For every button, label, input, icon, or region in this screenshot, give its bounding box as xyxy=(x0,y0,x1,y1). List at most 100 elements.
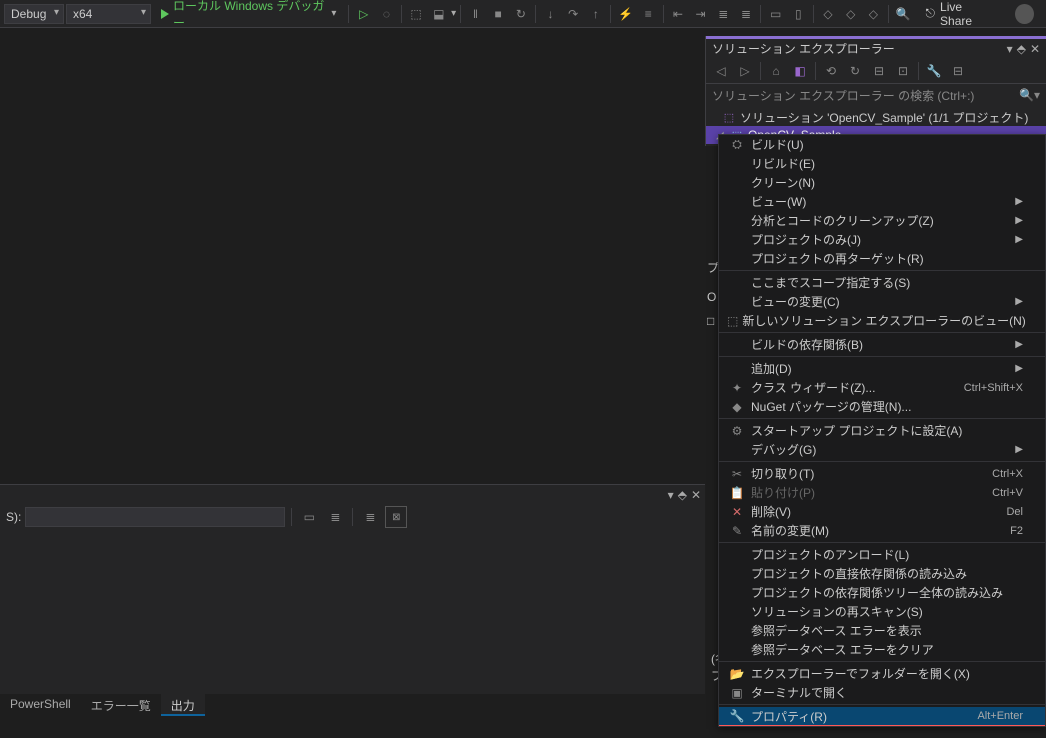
context-menu-item[interactable]: ビューの変更(C)▶ xyxy=(719,292,1045,311)
context-menu-item[interactable]: 参照データベース エラーをクリア xyxy=(719,640,1045,659)
switch-view-icon[interactable]: ◧ xyxy=(789,60,811,82)
context-menu-item[interactable]: 分析とコードのクリーンアップ(Z)▶ xyxy=(719,211,1045,230)
toggle-icon[interactable]: ≣ xyxy=(324,506,346,528)
comment-icon[interactable]: ▭ xyxy=(765,3,786,25)
context-menu-label: 切り取り(T) xyxy=(751,465,992,482)
uncomment-icon[interactable]: ▯ xyxy=(788,3,809,25)
tool-icon[interactable]: ⚡ xyxy=(615,3,636,25)
solution-search-input[interactable]: ソリューション エクスプローラー の検索 (Ctrl+:) 🔍▾ xyxy=(706,84,1046,106)
separator xyxy=(888,5,889,23)
context-menu-item[interactable]: プロジェクトの依存関係ツリー全体の読み込み xyxy=(719,583,1045,602)
tool-icon[interactable]: ≡ xyxy=(638,3,659,25)
context-menu-item[interactable]: ✂切り取り(T)Ctrl+X xyxy=(719,464,1045,483)
context-menu-item[interactable]: ⛭ビルド(U) xyxy=(719,135,1045,154)
tab-output[interactable]: 出力 xyxy=(161,694,205,716)
context-menu-item[interactable]: ✦クラス ウィザード(Z)...Ctrl+Shift+X xyxy=(719,378,1045,397)
properties-icon[interactable]: 🔧 xyxy=(923,60,945,82)
context-menu-item[interactable]: 追加(D)▶ xyxy=(719,359,1045,378)
search-icon[interactable]: 🔍 xyxy=(893,3,914,25)
output-source-dropdown[interactable] xyxy=(25,507,285,527)
context-menu-item[interactable]: 参照データベース エラーを表示 xyxy=(719,621,1045,640)
context-menu-item[interactable]: プロジェクトの再ターゲット(R) xyxy=(719,249,1045,268)
context-menu-item[interactable]: 🔧プロパティ(R)Alt+Enter xyxy=(719,707,1045,726)
restart-icon[interactable]: ↻ xyxy=(511,3,532,25)
showall-icon[interactable]: ⊡ xyxy=(892,60,914,82)
context-menu-item[interactable]: ✕削除(V)Del xyxy=(719,502,1045,521)
close-icon[interactable]: ✕ xyxy=(1030,42,1040,56)
context-menu-label: ターミナルで開く xyxy=(751,684,1023,701)
shortcut-label: Ctrl+V xyxy=(992,487,1023,499)
user-avatar[interactable] xyxy=(1015,4,1034,24)
context-menu-item[interactable]: ◆NuGet パッケージの管理(N)... xyxy=(719,397,1045,416)
clear-icon[interactable]: ▭ xyxy=(298,506,320,528)
target-icon[interactable]: ◌ xyxy=(376,3,397,25)
live-share-button[interactable]: ⎋ Live Share xyxy=(916,0,1004,30)
step-into-icon[interactable]: ↓ xyxy=(540,3,561,25)
context-menu-label: 新しいソリューション エクスプローラーのビュー(N) xyxy=(742,312,1025,329)
bookmark-icon[interactable]: ◇ xyxy=(818,3,839,25)
context-menu-item[interactable]: ここまでスコープ指定する(S) xyxy=(719,273,1045,292)
context-menu-item[interactable]: ソリューションの再スキャン(S) xyxy=(719,602,1045,621)
separator xyxy=(663,5,664,23)
home-icon[interactable]: ⌂ xyxy=(765,60,787,82)
bookmark-icon[interactable]: ◇ xyxy=(863,3,884,25)
sync-icon[interactable]: ⟲ xyxy=(820,60,842,82)
stop-icon[interactable]: ■ xyxy=(488,3,509,25)
forward-icon[interactable]: ▷ xyxy=(734,60,756,82)
tree-solution-node[interactable]: ⬚ ソリューション 'OpenCV_Sample' (1/1 プロジェクト) xyxy=(706,108,1046,126)
context-menu-item[interactable]: リビルド(E) xyxy=(719,154,1045,173)
bookmark-icon[interactable]: ◇ xyxy=(840,3,861,25)
output-source-label: S): xyxy=(6,510,21,524)
pause-icon[interactable]: ‖ xyxy=(465,3,486,25)
config-dropdown[interactable]: Debug xyxy=(4,4,64,24)
list-icon[interactable]: ≣ xyxy=(736,3,757,25)
context-menu-item[interactable]: ビュー(W)▶ xyxy=(719,192,1045,211)
collapse-icon[interactable]: ⊟ xyxy=(868,60,890,82)
context-menu-item[interactable]: ⚙スタートアップ プロジェクトに設定(A) xyxy=(719,421,1045,440)
context-menu-label: ここまでスコープ指定する(S) xyxy=(751,274,1023,291)
dropdown-icon[interactable]: ▾ xyxy=(668,488,674,502)
context-menu-item[interactable]: プロジェクトのアンロード(L) xyxy=(719,545,1045,564)
context-menu-item[interactable]: ✎名前の変更(M)F2 xyxy=(719,521,1045,540)
indent-icon[interactable]: ⇤ xyxy=(668,3,689,25)
step-icon[interactable]: ⬚ xyxy=(406,3,427,25)
step-over-icon[interactable]: ↷ xyxy=(563,3,584,25)
context-menu-label: 参照データベース エラーをクリア xyxy=(751,641,1023,658)
context-menu-label: ソリューションの再スキャン(S) xyxy=(751,603,1023,620)
project-context-menu: ⛭ビルド(U)リビルド(E)クリーン(N)ビュー(W)▶分析とコードのクリーンア… xyxy=(718,134,1046,727)
window-icon[interactable]: ⬓ xyxy=(428,3,449,25)
pin-icon[interactable]: ⬘ xyxy=(1017,42,1026,56)
tab-error-list[interactable]: エラー一覧 xyxy=(81,694,161,716)
close-icon[interactable]: ✕ xyxy=(691,488,701,502)
context-menu-item[interactable]: プロジェクトの直接依存関係の読み込み xyxy=(719,564,1045,583)
build-icon: ⛭ xyxy=(727,137,747,152)
context-menu-item[interactable]: 📂エクスプローラーでフォルダーを開く(X) xyxy=(719,664,1045,683)
pin-icon[interactable]: ⬘ xyxy=(678,488,687,502)
context-menu-label: ビュー(W) xyxy=(751,193,1009,210)
context-menu-item[interactable]: ⬚新しいソリューション エクスプローラーのビュー(N) xyxy=(719,311,1045,330)
dropdown-icon[interactable]: ▾ xyxy=(1007,42,1013,56)
context-menu-item[interactable]: プロジェクトのみ(J)▶ xyxy=(719,230,1045,249)
clear-all-icon[interactable]: ⊠ xyxy=(385,506,407,528)
step-out-icon[interactable]: ↑ xyxy=(586,3,607,25)
chevron-down-icon: ▾ xyxy=(451,8,456,19)
tab-powershell[interactable]: PowerShell xyxy=(0,694,81,716)
context-menu-label: NuGet パッケージの管理(N)... xyxy=(751,398,1023,415)
context-menu-item[interactable]: クリーン(N) xyxy=(719,173,1045,192)
context-menu-label: エクスプローラーでフォルダーを開く(X) xyxy=(751,665,1023,682)
context-menu-item[interactable]: デバッグ(G)▶ xyxy=(719,440,1045,459)
context-menu-item[interactable]: ▣ターミナルで開く xyxy=(719,683,1045,702)
context-menu-label: スタートアップ プロジェクトに設定(A) xyxy=(751,422,1023,439)
back-icon[interactable]: ◁ xyxy=(710,60,732,82)
submenu-arrow-icon: ▶ xyxy=(1015,444,1023,455)
preview-icon[interactable]: ⊟ xyxy=(947,60,969,82)
outdent-icon[interactable]: ⇥ xyxy=(690,3,711,25)
wrap-icon[interactable]: ≣ xyxy=(359,506,381,528)
context-menu-item[interactable]: ビルドの依存関係(B)▶ xyxy=(719,335,1045,354)
play-outline-icon[interactable]: ▷ xyxy=(353,3,374,25)
platform-dropdown[interactable]: x64 xyxy=(66,4,151,24)
list-icon[interactable]: ≣ xyxy=(713,3,734,25)
refresh-icon[interactable]: ↻ xyxy=(844,60,866,82)
separator xyxy=(610,5,611,23)
shortcut-label: Ctrl+Shift+X xyxy=(964,382,1023,394)
